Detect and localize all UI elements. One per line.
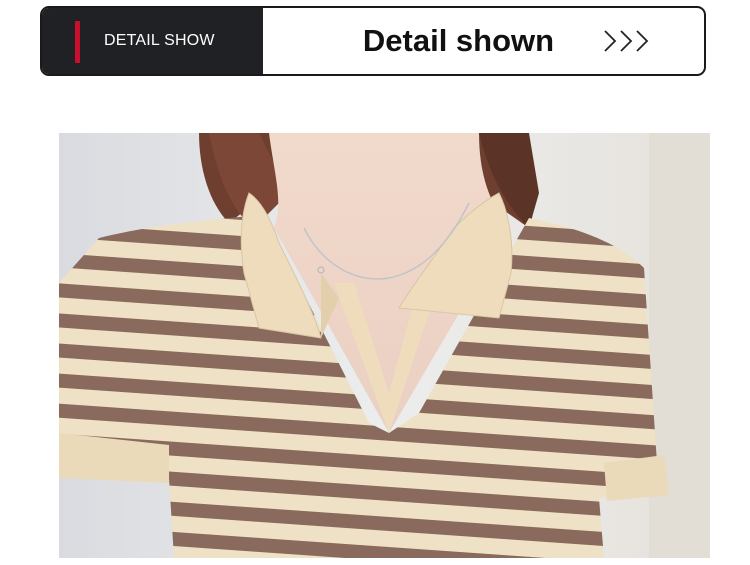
detail-show-label: DETAIL SHOW: [104, 32, 215, 49]
product-detail-photo: [59, 133, 710, 558]
triple-chevron-right-icon: [602, 26, 652, 56]
section-title: Detail shown: [362, 23, 555, 58]
red-accent-bar: [75, 21, 80, 63]
section-header-banner: DETAIL SHOW Detail shown: [40, 6, 706, 76]
header-dark-panel: DETAIL SHOW: [42, 8, 263, 74]
